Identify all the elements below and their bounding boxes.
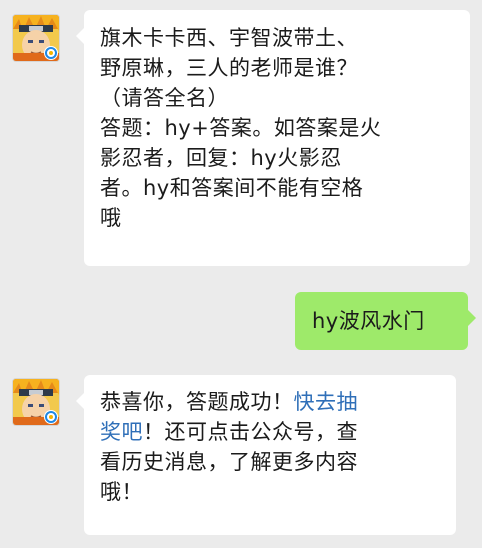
lottery-link[interactable]: 快去抽 [294,390,359,414]
message-line: 恭喜你，答题成功！快去抽 [100,387,440,417]
naruto-avatar-icon [13,15,59,61]
message-line: 旗木卡卡西、宇智波带土、 [100,26,358,50]
message-line: 者。hy和答案间不能有空格 [100,176,364,200]
message-text: 恭喜你，答题成功！ [100,390,294,414]
official-account-avatar[interactable] [12,14,60,62]
message-line: 影忍者，回复：hy火影忍 [100,146,342,170]
message-line: 哦 [100,206,122,230]
incoming-message-bubble[interactable]: 恭喜你，答题成功！快去抽 奖吧！还可点击公众号，查 看历史消息，了解更多内容 哦… [76,375,456,535]
naruto-avatar-icon [13,379,59,425]
message-text: hy波风水门 [312,309,425,333]
message-text: ！还可点击公众号，查 [143,420,358,444]
message-line: 答题：hy+答案。如答案是火 [100,116,382,140]
official-account-avatar[interactable] [12,378,60,426]
lottery-link[interactable]: 奖吧 [100,420,143,444]
outgoing-message-bubble[interactable]: hy波风水门 [295,292,476,350]
incoming-message-bubble[interactable]: 旗木卡卡西、宇智波带土、 野原琳，三人的老师是谁？ （请答全名） 答题：hy+答… [76,10,470,266]
message-line: 野原琳，三人的老师是谁？ [100,56,358,80]
message-line: （请答全名） [100,86,229,110]
message-line: 看历史消息，了解更多内容 [100,450,358,474]
message-line: 哦！ [100,480,143,504]
message-line: 奖吧！还可点击公众号，查 [100,417,440,447]
